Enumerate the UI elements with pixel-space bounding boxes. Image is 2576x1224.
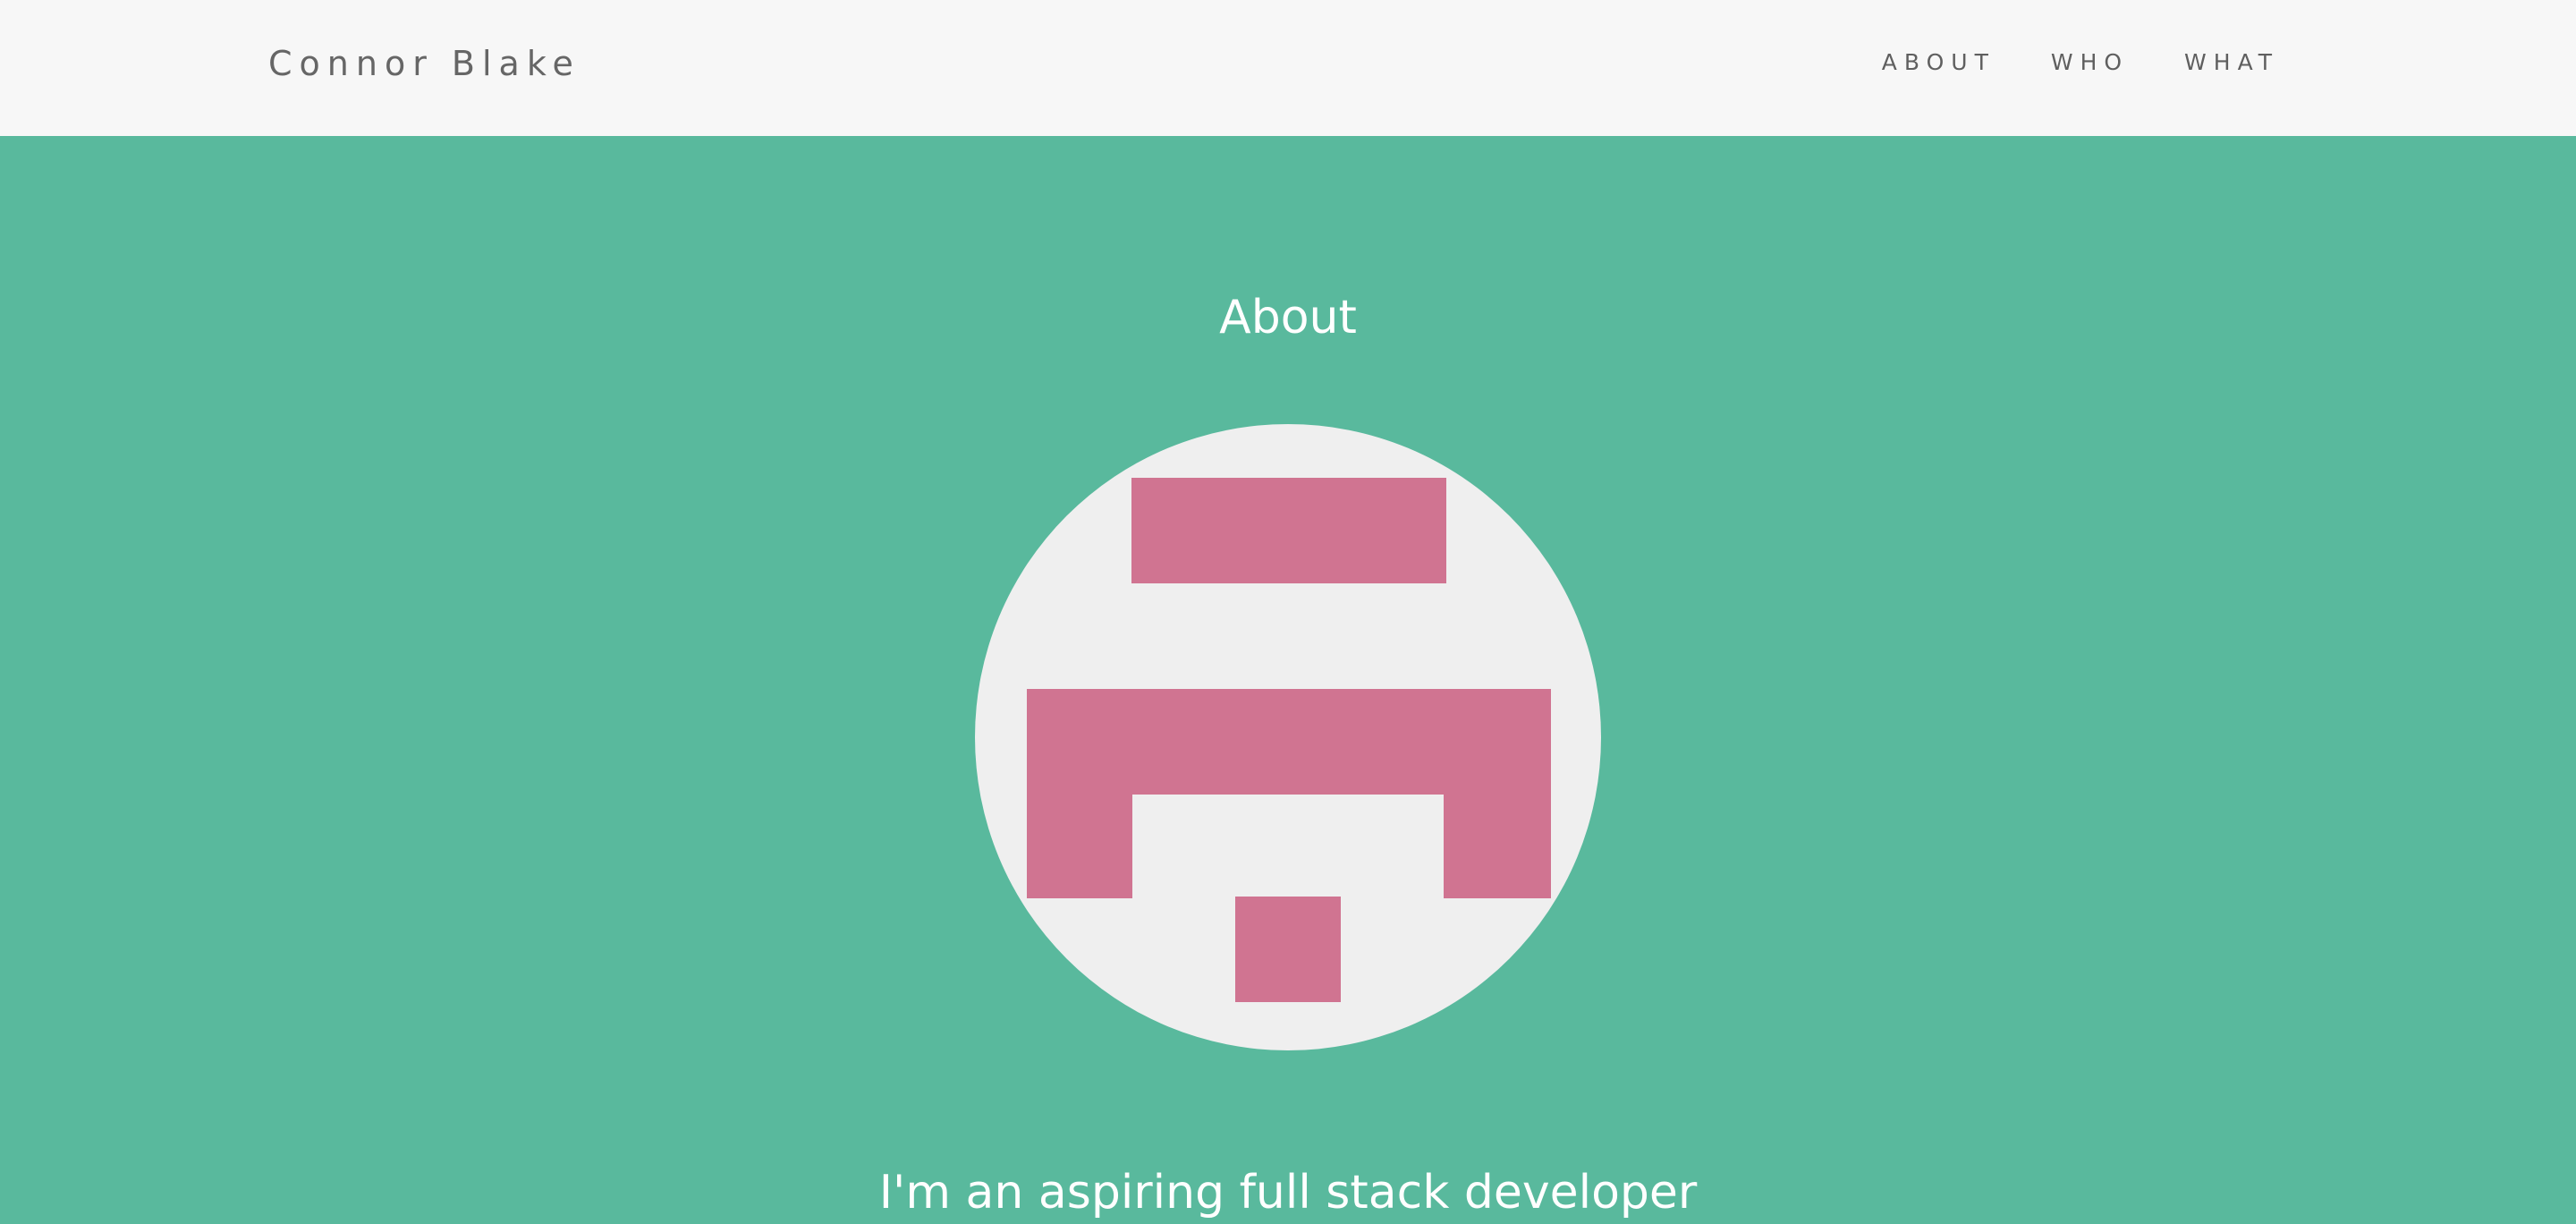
identicon-block-bottom xyxy=(1235,897,1341,1002)
site-header: Connor Blake ABOUT WHO WHAT xyxy=(0,0,2576,136)
about-section: About I'm an aspiring full stack develop… xyxy=(0,136,2576,1220)
tagline: I'm an aspiring full stack developer xyxy=(878,1166,1698,1220)
identicon-block-right-leg xyxy=(1444,793,1551,898)
avatar-identicon-icon xyxy=(975,424,1601,1050)
nav-about[interactable]: ABOUT xyxy=(1882,47,1996,79)
brand-name[interactable]: Connor Blake xyxy=(268,39,580,88)
identicon-block-top xyxy=(1131,478,1446,583)
identicon-block-left-leg xyxy=(1027,793,1132,898)
identicon-block-band xyxy=(1027,689,1551,795)
section-title: About xyxy=(1219,291,1357,344)
main-nav: ABOUT WHO WHAT xyxy=(1882,47,2279,79)
nav-what[interactable]: WHAT xyxy=(2184,47,2279,79)
nav-who[interactable]: WHO xyxy=(2051,47,2129,79)
